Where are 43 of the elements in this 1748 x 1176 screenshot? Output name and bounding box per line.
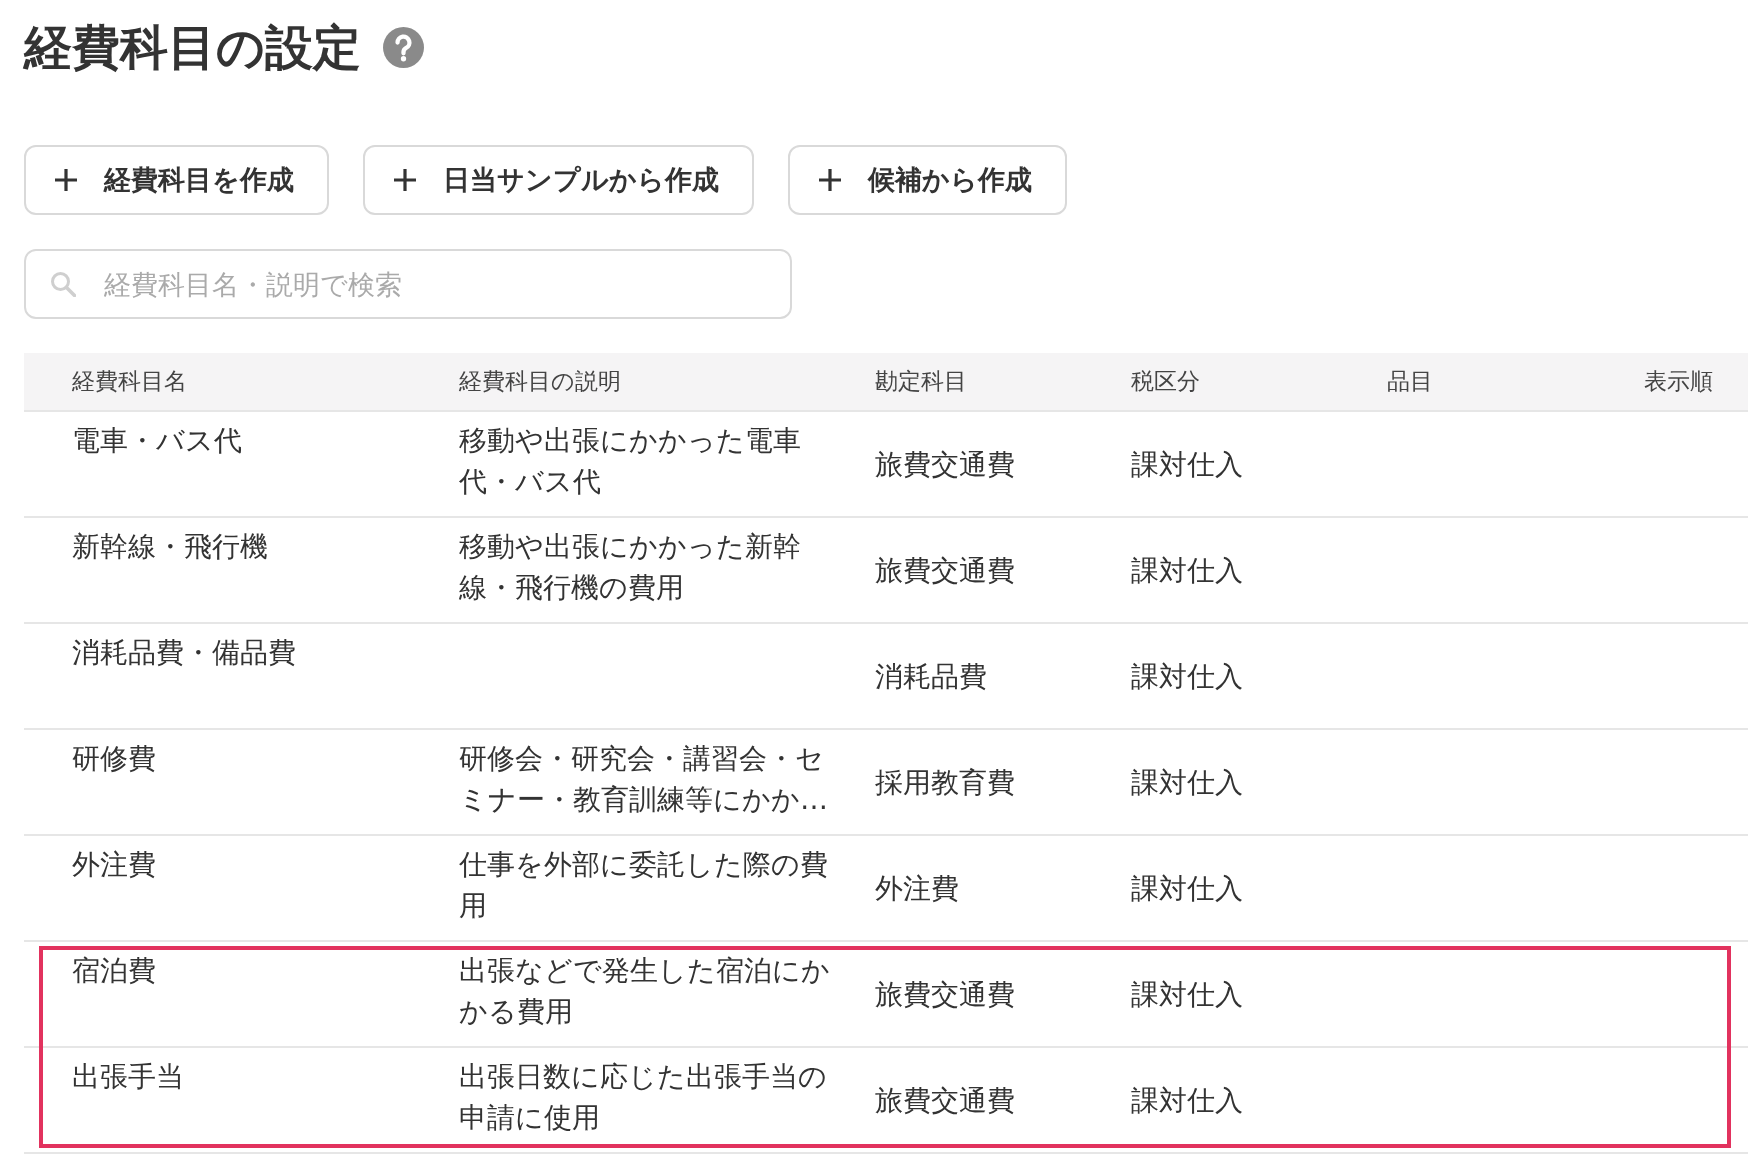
column-header: 経費科目名 bbox=[71, 367, 188, 396]
table-cell-text: 課対仕入 bbox=[1131, 658, 1243, 695]
table-cell-text: 出張手当 bbox=[72, 1059, 184, 1095]
table-cell-text: 課対仕入 bbox=[1131, 870, 1243, 907]
table-cell-text: 旅費交通費 bbox=[875, 1082, 1015, 1119]
add-button[interactable]: 経費科目を作成 bbox=[24, 145, 329, 215]
table-cell-text: 外注費 bbox=[875, 870, 959, 907]
table-cell-text: 課対仕入 bbox=[1131, 764, 1243, 801]
table-cell-text: 研修費 bbox=[72, 741, 156, 777]
table-cell-text: 研修会・研究会・講習会・セミナー・教育訓練等にかか… bbox=[459, 741, 829, 818]
table-cell-text: 消耗品費 bbox=[875, 658, 987, 695]
column-header: 勘定科目 bbox=[875, 367, 968, 396]
search-field[interactable]: 経費科目名・説明で検索 bbox=[24, 249, 792, 319]
table-cell-text: 宿泊費 bbox=[72, 953, 156, 989]
table-cell-text: 外注費 bbox=[72, 847, 156, 883]
plus-icon bbox=[818, 168, 842, 192]
column-header: 税区分 bbox=[1131, 367, 1201, 396]
table-cell-text: 課対仕入 bbox=[1131, 976, 1243, 1013]
plus-icon bbox=[54, 168, 78, 192]
table-cell-text: 消耗品費・備品費 bbox=[72, 635, 296, 671]
column-header: 品目 bbox=[1387, 367, 1434, 396]
table-cell-text: 出張日数に応じた出張手当の申請に使用 bbox=[459, 1059, 828, 1136]
table-cell-text: 課対仕入 bbox=[1131, 1082, 1243, 1119]
column-header: 表示順 bbox=[1644, 367, 1714, 396]
plus-icon bbox=[393, 168, 417, 192]
table-cell-text: 出張などで発生した宿泊にかかる費用 bbox=[459, 953, 831, 1030]
table-cell-text: 採用教育費 bbox=[875, 764, 1015, 801]
help-icon[interactable] bbox=[383, 26, 424, 68]
table-cell-text: 旅費交通費 bbox=[875, 976, 1015, 1013]
add-button[interactable]: 日当サンプルから作成 bbox=[363, 145, 754, 215]
page-title: 経費科目の設定 bbox=[24, 19, 361, 75]
table-cell-text: 旅費交通費 bbox=[875, 446, 1015, 483]
table-cell-text: 旅費交通費 bbox=[875, 552, 1015, 589]
table-cell-text: 電車・バス代 bbox=[72, 423, 242, 459]
table-cell-text: 新幹線・飛行機 bbox=[72, 529, 268, 565]
column-header: 経費科目の説明 bbox=[459, 367, 622, 396]
table-cell-text: 課対仕入 bbox=[1131, 446, 1243, 483]
table-cell-text: 仕事を外部に委託した際の費用 bbox=[459, 847, 829, 924]
table-cell-text: 移動や出張にかかった電車代・バス代 bbox=[459, 423, 802, 500]
search-icon bbox=[50, 271, 76, 297]
table-cell-text: 課対仕入 bbox=[1131, 552, 1243, 589]
add-button[interactable]: 候補から作成 bbox=[788, 145, 1067, 215]
table-cell-text: 移動や出張にかかった新幹線・飛行機の費用 bbox=[459, 529, 802, 606]
